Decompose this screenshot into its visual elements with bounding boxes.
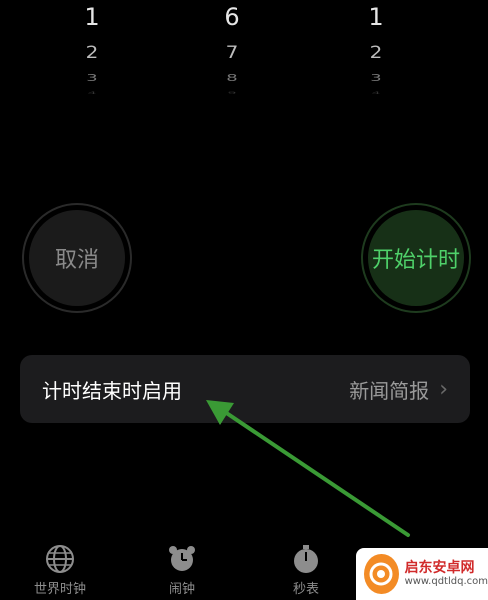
stopwatch-icon	[294, 545, 318, 573]
watermark: 启东安卓网 www.qdtldq.com	[356, 548, 488, 600]
tab-stopwatch-label: 秒表	[292, 582, 319, 597]
watermark-url: www.qdtldq.com	[404, 576, 488, 588]
watermark-text: 启东安卓网 www.qdtldq.com	[404, 559, 488, 588]
tab-alarm[interactable]: 闹钟	[142, 544, 222, 597]
watermark-shield-icon	[369, 562, 393, 586]
annotation-arrow-icon	[206, 400, 410, 537]
tab-stopwatch[interactable]: 秒表	[266, 544, 346, 597]
tab-world-clock-label: 世界时钟	[33, 582, 86, 597]
tab-world-clock[interactable]: 世界时钟	[20, 544, 100, 597]
tab-alarm-label: 闹钟	[168, 582, 195, 597]
watermark-title: 启东安卓网	[404, 559, 475, 576]
globe-icon	[46, 545, 74, 573]
alarm-clock-icon	[169, 546, 195, 571]
watermark-logo-icon	[364, 554, 399, 594]
